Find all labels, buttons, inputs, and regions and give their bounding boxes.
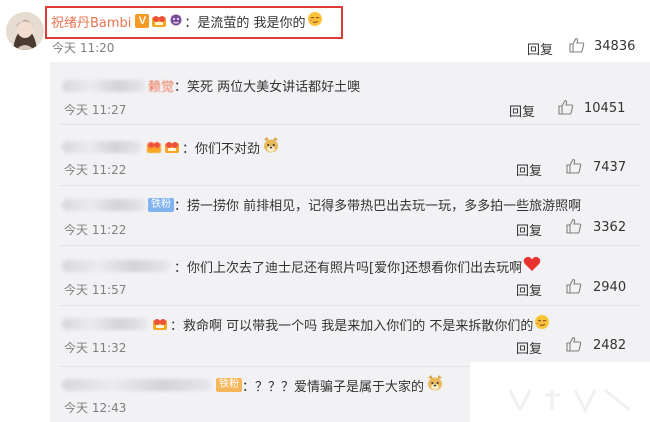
like-count: 2940 [593, 280, 627, 295]
like-count: 3362 [593, 220, 627, 235]
reply-time: 今天 12:43 [64, 401, 127, 415]
fan-badge: 铁粉 [216, 378, 242, 392]
thumb-up-icon[interactable] [566, 336, 582, 356]
thumb-up-icon[interactable] [566, 278, 582, 298]
thumb-up-icon[interactable] [558, 99, 574, 119]
thumb-up-icon[interactable] [566, 218, 582, 238]
reply-line: 赖觉 ：笑死 两位大美女讲话都好土噢 [62, 76, 360, 95]
devil-face-emoji [169, 12, 183, 30]
reply-username[interactable] [62, 318, 148, 330]
fan-badge: 铁粉 [148, 197, 174, 212]
verified-badge-icon: V [135, 14, 150, 28]
medal-icon [146, 140, 162, 154]
reply-button[interactable]: 回复 [516, 280, 542, 299]
reply-time: 今天 11:57 [64, 283, 127, 297]
medal-icon [152, 317, 168, 331]
avatar[interactable] [6, 12, 44, 50]
reply-button[interactable]: 回复 [516, 160, 542, 179]
doge-emoji [426, 374, 444, 396]
medal-icon [151, 14, 167, 28]
reply-button[interactable]: 回复 [509, 101, 535, 120]
reply-line: ：你们上次去了迪士尼还有照片吗[爱你]还想看你们出去玩啊 [62, 256, 541, 276]
reply-username[interactable] [62, 379, 212, 391]
reply-text: ：？？？爱情骗子是属于大家的 [242, 379, 425, 395]
main-username[interactable]: 祝绪丹Bambi [51, 12, 131, 31]
like-count: 7437 [593, 160, 627, 175]
like-count: 2482 [593, 338, 627, 353]
reply-text: ：你们不对劲 [182, 141, 261, 157]
reply-time: 今天 11:22 [64, 163, 127, 177]
reply-line: ：你们不对劲 [62, 136, 280, 158]
reply-username[interactable] [62, 79, 146, 92]
reply-username[interactable] [62, 198, 146, 211]
reply-line: 铁粉 ：捞一捞你 前排相见，记得多带热巴出去玩一玩，多多拍一些旅游照啊 [62, 195, 581, 214]
reply-button[interactable]: 回复 [527, 39, 553, 58]
reply-username-tail: 赖觉 [148, 80, 175, 95]
smirk-face-emoji [307, 11, 323, 31]
reply-time: 今天 11:27 [64, 103, 127, 117]
reply-username[interactable] [62, 260, 170, 272]
reply-button[interactable]: 回复 [516, 220, 542, 239]
heart-emoji [523, 256, 541, 276]
reply-time: 今天 11:32 [64, 341, 127, 355]
reply-button[interactable]: 回复 [516, 338, 542, 357]
reply-text: ：救命啊 可以带我一个吗 我是来加入你们的 不是来拆散你们的 [170, 318, 534, 334]
divider [60, 185, 640, 186]
divider [60, 366, 470, 367]
divider [60, 124, 640, 125]
thumb-up-icon[interactable] [569, 37, 585, 57]
main-comment-line: 祝绪丹Bambi V ：是流萤的 我是你的 [51, 11, 323, 31]
divider [60, 245, 640, 246]
reply-line: ：救命啊 可以带我一个吗 我是来加入你们的 不是来拆散你们的 [62, 314, 550, 334]
reply-text: ：笑死 两位大美女讲话都好土噢 [174, 80, 361, 95]
reply-line: 铁粉 ：？？？爱情骗子是属于大家的 [62, 374, 444, 396]
medal-icon [164, 140, 180, 154]
reply-text: ：你们上次去了迪士尼还有照片吗[爱你]还想看你们出去玩啊 [174, 260, 523, 276]
doge-emoji [262, 136, 280, 158]
reply-text: ：捞一捞你 前排相见，记得多带热巴出去玩一玩，多多拍一些旅游照啊 [174, 199, 582, 214]
thumb-up-icon[interactable] [566, 158, 582, 178]
main-comment-text: ：是流萤的 我是你的 [184, 15, 306, 31]
reply-username[interactable] [62, 141, 142, 153]
divider [60, 305, 640, 306]
like-count: 10451 [584, 101, 626, 116]
main-comment-time: 今天 11:20 [52, 41, 115, 55]
like-count: 34836 [594, 39, 636, 54]
watermark [500, 385, 640, 415]
reply-time: 今天 11:22 [64, 223, 127, 237]
smirk-face-emoji [534, 314, 550, 334]
